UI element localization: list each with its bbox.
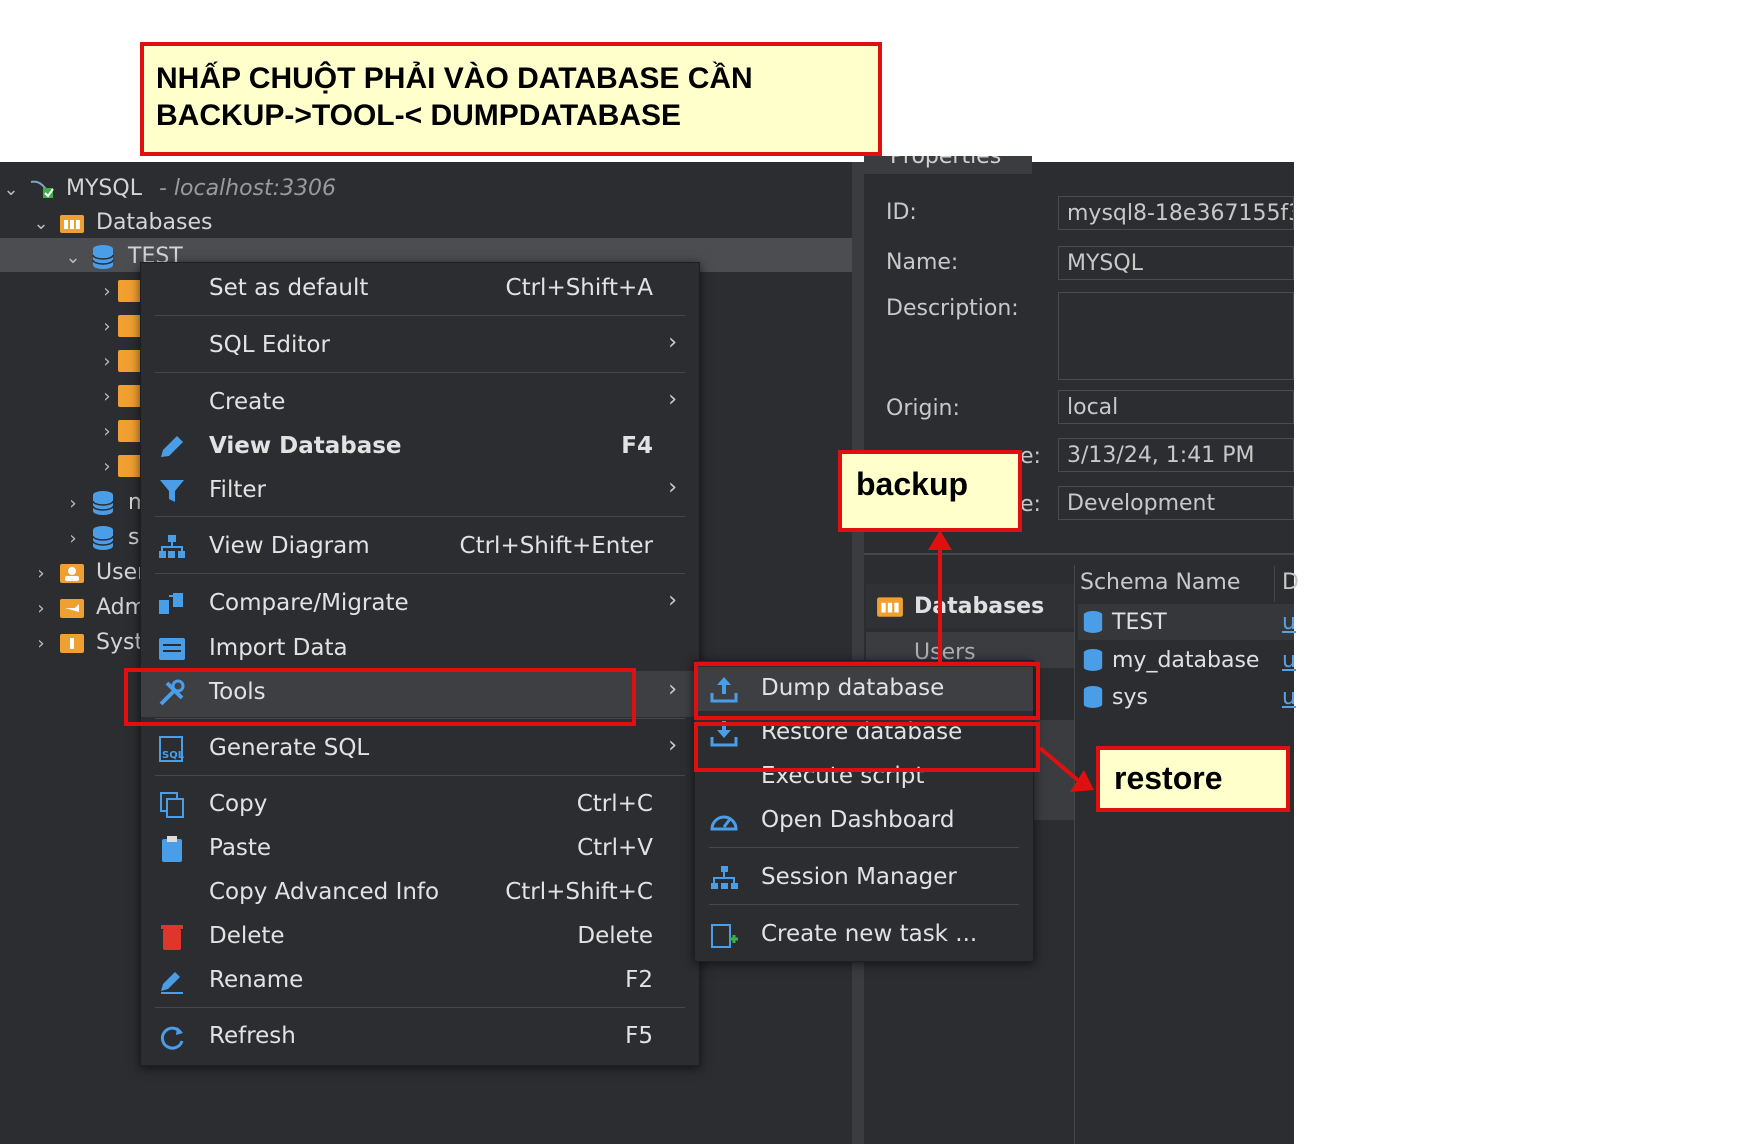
restore-arrow-head [1070,770,1094,792]
backup-arrow-head [928,530,952,550]
annotation-arrows [928,530,1094,792]
restore-arrow-line [1038,746,1082,784]
